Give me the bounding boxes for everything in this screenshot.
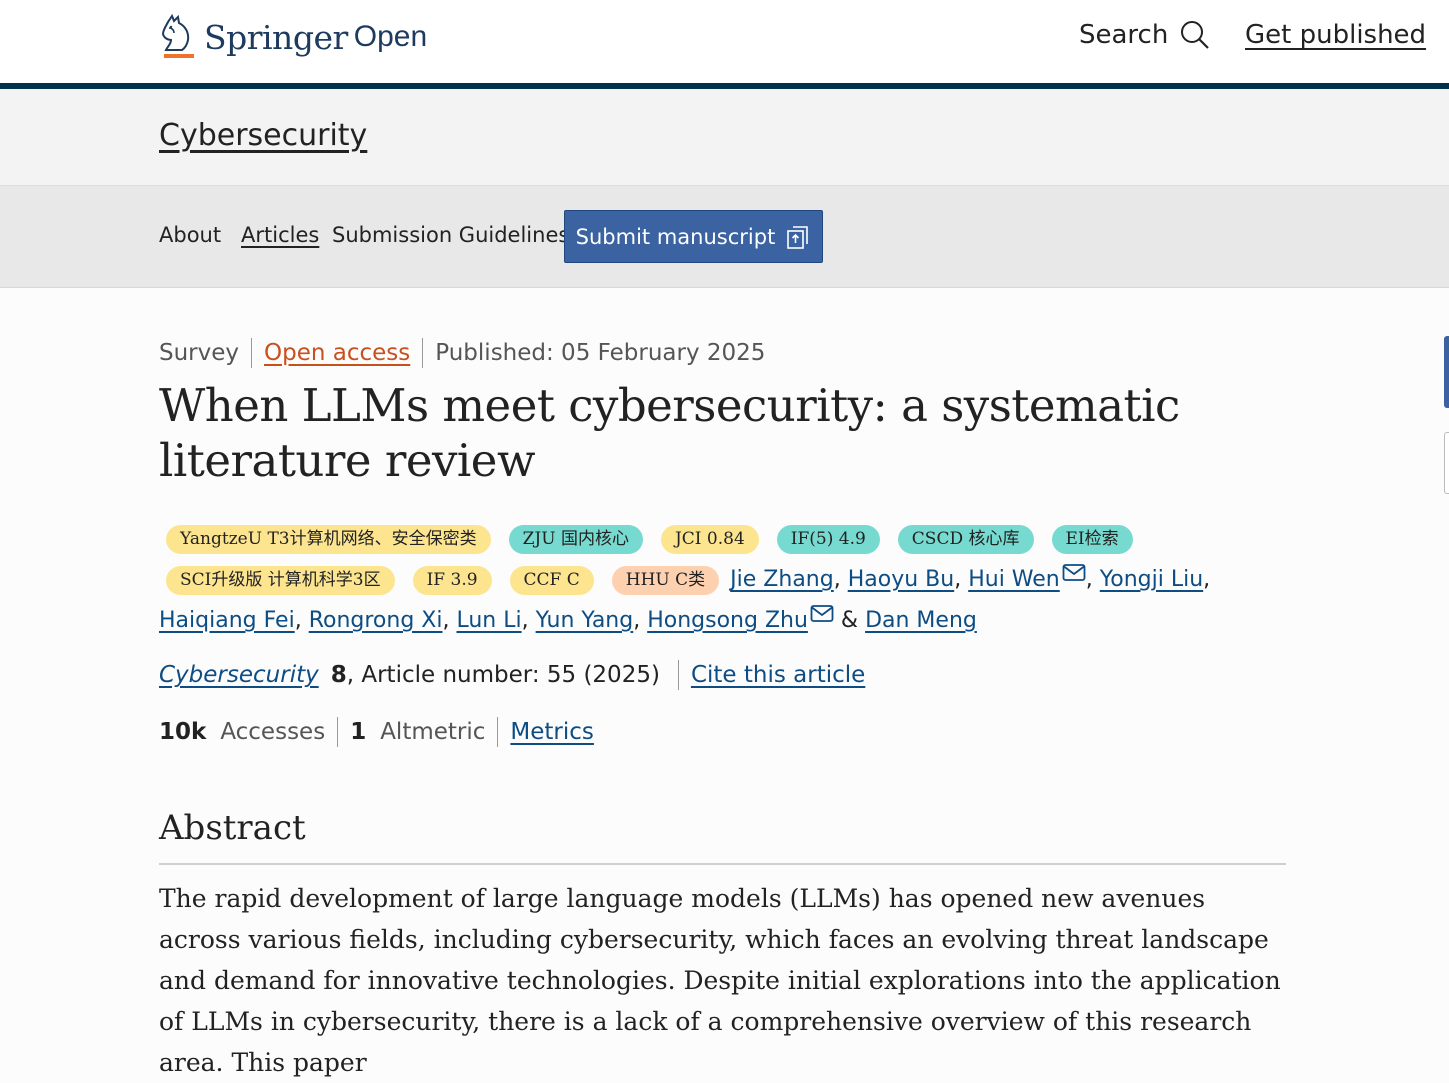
article-title: When LLMs meet cybersecurity: a systemat…	[159, 379, 1180, 487]
side-panel-tab[interactable]	[1444, 336, 1449, 408]
badges-and-authors: YangtzeU T3计算机网络、安全保密类 ZJU 国内核心 JCI 0.84 IF…	[159, 518, 1289, 641]
meta-divider	[337, 717, 339, 747]
open-access-link[interactable]: Open access	[264, 340, 410, 366]
author-ampersand: &	[840, 608, 859, 633]
meta-divider	[497, 717, 499, 747]
accesses-label: Accesses	[220, 719, 326, 745]
author-link[interactable]: Yongji Liu	[1100, 567, 1203, 592]
nav-about[interactable]: About	[159, 223, 221, 247]
abstract-text: The rapid development of large language …	[159, 884, 1281, 1077]
author-link[interactable]: Haiqiang Fei	[159, 608, 295, 633]
site-header: Springer Open Search Get published	[0, 0, 1449, 83]
altmetric-count: 1	[350, 719, 367, 745]
citation-row: Cybersecurity 8 , Article number: 55 (20…	[159, 660, 865, 690]
metric-badge: JCI 0.84	[660, 524, 759, 554]
author-link[interactable]: Hongsong Zhu	[647, 608, 808, 633]
nav-articles[interactable]: Articles	[241, 223, 319, 247]
brand-suffix: Open	[353, 20, 428, 53]
meta-divider	[677, 660, 679, 690]
metrics-link[interactable]: Metrics	[510, 719, 594, 745]
meta-divider	[422, 338, 424, 368]
brand-name: Springer	[204, 17, 348, 57]
author-link[interactable]: Lun Li	[456, 608, 521, 633]
author-link[interactable]: Jie Zhang	[730, 567, 834, 592]
search-icon	[1181, 21, 1210, 49]
metric-badge: SCI升级版 计算机科学3区	[166, 565, 395, 595]
journal-title-link[interactable]: Cybersecurity	[159, 118, 367, 153]
metric-badge: ZJU 国内核心	[508, 524, 643, 554]
article-type: Survey	[159, 340, 240, 366]
search-label: Search	[1079, 20, 1169, 50]
submit-manuscript-label: Submit manuscript	[575, 224, 776, 249]
published-date: Published: 05 February 2025	[435, 340, 766, 366]
search-button[interactable]: Search	[1079, 20, 1210, 50]
metric-badge: IF 3.9	[412, 565, 492, 595]
springer-open-logo[interactable]: Springer Open	[158, 12, 427, 62]
article-meta: Survey Open access Published: 05 Februar…	[159, 338, 765, 368]
submit-manuscript-button[interactable]: Submit manuscript	[564, 210, 823, 263]
accesses-count: 10k	[159, 719, 207, 745]
abstract-divider	[159, 863, 1286, 865]
cite-this-article-link[interactable]: Cite this article	[691, 662, 865, 688]
altmetric-label: Altmetric	[380, 719, 486, 745]
author-link[interactable]: Hui Wen	[968, 567, 1060, 592]
metric-badge: EI检索	[1051, 524, 1133, 554]
nav-submission-guidelines[interactable]: Submission Guidelines	[332, 223, 569, 247]
citation-details: , Article number: 55 (2025)	[346, 662, 660, 688]
springer-horse-logo-icon	[161, 14, 194, 58]
author-link[interactable]: Yun Yang	[536, 608, 634, 633]
author-link[interactable]: Dan Meng	[865, 608, 977, 633]
mail-icon[interactable]	[1062, 563, 1086, 583]
metric-badge: HHU C类	[611, 565, 720, 595]
metric-badge: IF(5) 4.9	[776, 524, 880, 554]
citation-journal-link[interactable]: Cybersecurity	[159, 662, 319, 688]
author-link[interactable]: Haoyu Bu	[848, 567, 954, 592]
article-metrics: 10k Accesses 1 Altmetric Metrics	[159, 717, 594, 747]
get-published-link[interactable]: Get published	[1245, 20, 1426, 50]
meta-divider	[251, 338, 253, 368]
external-submit-icon	[787, 225, 809, 249]
metric-badge: YangtzeU T3计算机网络、安全保密类	[166, 524, 491, 554]
citation-volume: 8	[330, 662, 347, 688]
abstract-heading: Abstract	[159, 808, 306, 848]
author-link[interactable]: Rongrong Xi	[309, 608, 443, 633]
mail-icon[interactable]	[810, 604, 834, 624]
side-panel-tab[interactable]	[1444, 432, 1449, 494]
metric-badge: CSCD 核心库	[897, 524, 1034, 554]
metric-badge: CCF C	[509, 565, 594, 595]
